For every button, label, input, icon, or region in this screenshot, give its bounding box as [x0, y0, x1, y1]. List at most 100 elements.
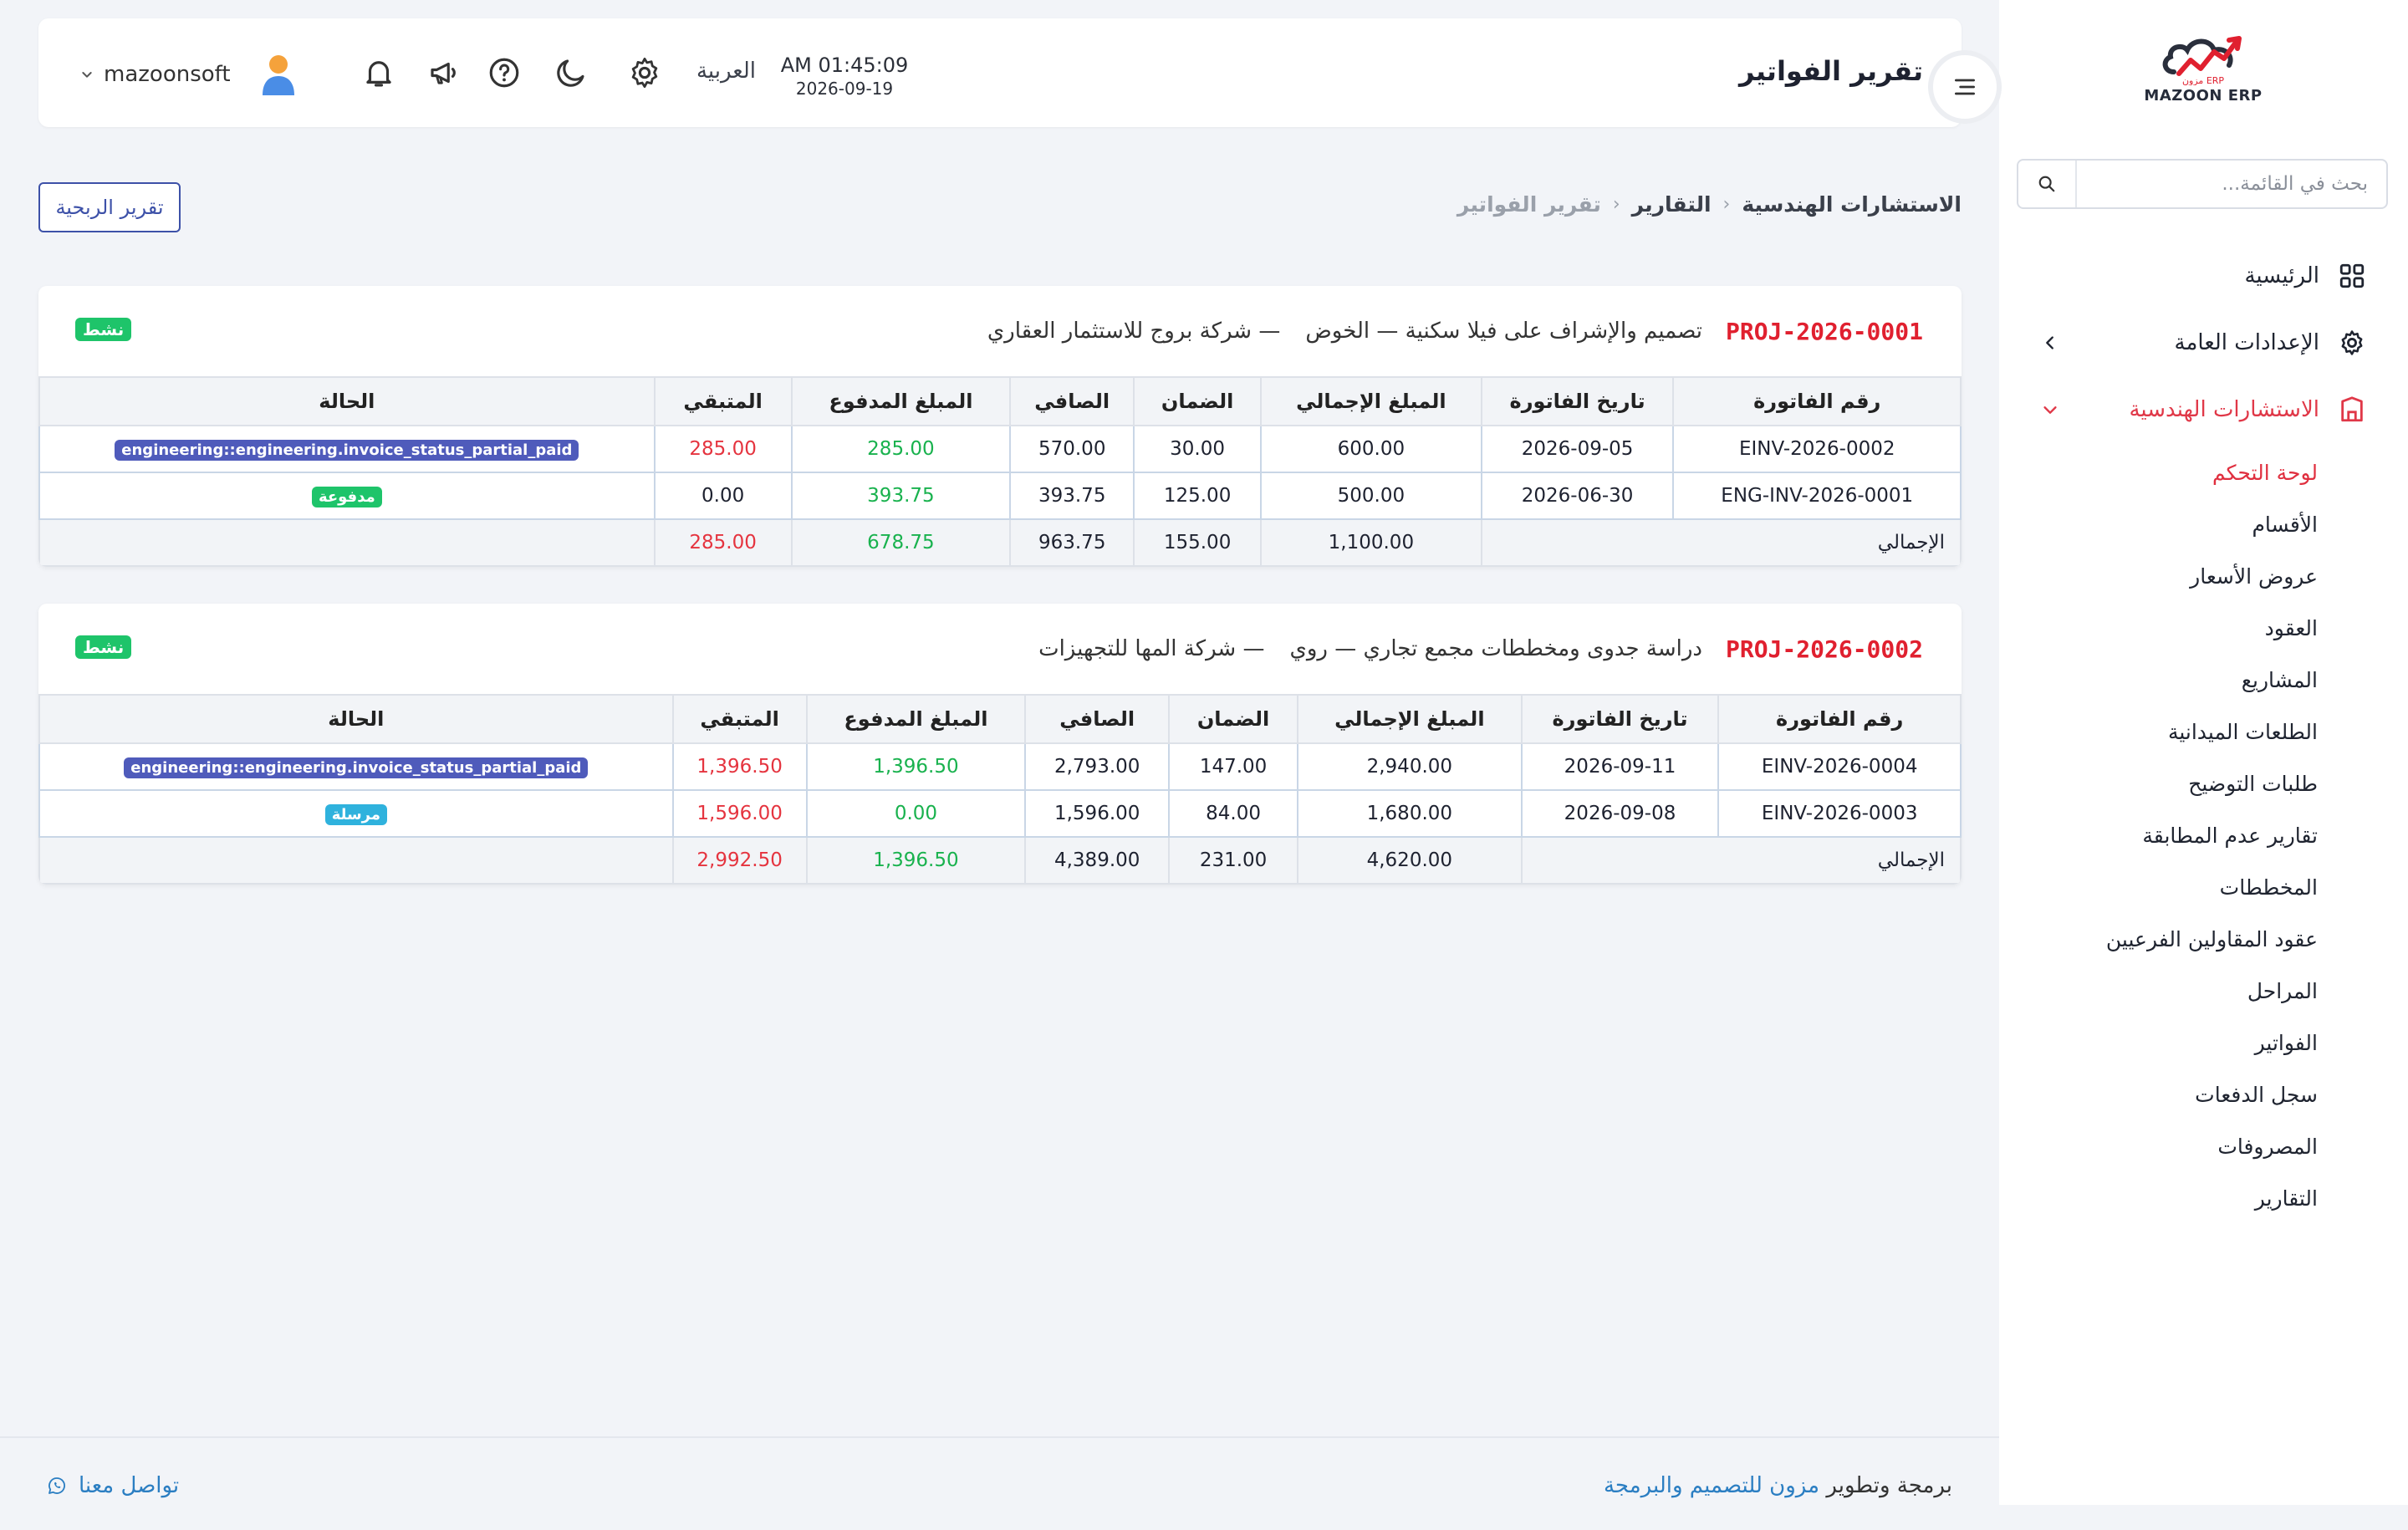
submenu-invoices[interactable]: الفواتير: [1999, 1017, 2408, 1068]
language-switch[interactable]: العربية: [696, 59, 756, 84]
invoice-status-cell: مرسلة: [38, 789, 674, 838]
sidebar-item-general-settings[interactable]: الإعدادات العامة: [1999, 309, 2408, 376]
breadcrumb-engineering[interactable]: الاستشارات الهندسية: [1742, 192, 1962, 217]
contact-link[interactable]: تواصل معنا: [47, 1473, 179, 1498]
sidebar-item-engineering[interactable]: الاستشارات الهندسية: [1999, 376, 2408, 443]
invoice-gross: 500.00: [1260, 472, 1482, 520]
footer-credit-prefix: برمجة وتطوير: [1826, 1473, 1952, 1498]
submenu-drawings[interactable]: المخططات: [1999, 861, 2408, 913]
sidebar-item-label: الرئيسية: [2244, 263, 2319, 288]
column-header[interactable]: الحالة: [38, 694, 674, 744]
column-header[interactable]: المبلغ الإجمالي: [1296, 694, 1523, 744]
invoice-net: 570.00: [1009, 425, 1135, 473]
sidebar-search-button[interactable]: [2018, 161, 2077, 207]
project-card: PROJ-2026-0001 تصميم والإشراف على فيلا س…: [38, 286, 1962, 567]
user-menu[interactable]: mazoonsoft: [80, 52, 299, 97]
table-row[interactable]: EINV-2026-0002 2026-09-05 600.00 30.00 5…: [38, 425, 1962, 473]
column-header[interactable]: تاريخ الفاتورة: [1480, 376, 1675, 426]
invoice-number[interactable]: ENG-INV-2026-0001: [1672, 472, 1962, 520]
invoice-remaining: 0.00: [653, 472, 793, 520]
column-header[interactable]: الصافي: [1024, 694, 1171, 744]
submenu-payments[interactable]: سجل الدفعات: [1999, 1068, 2408, 1120]
column-header[interactable]: الحالة: [38, 376, 656, 426]
app-logo[interactable]: ERP مزون MAZOON ERP: [2140, 32, 2266, 115]
total-empty: [38, 518, 656, 567]
submenu-site-visits[interactable]: الطلعات الميدانية: [1999, 706, 2408, 757]
invoice-gross: 600.00: [1260, 425, 1482, 473]
total-remaining: 2,992.50: [671, 836, 808, 885]
column-header[interactable]: الضمان: [1133, 376, 1263, 426]
sidebar-item-home[interactable]: الرئيسية: [1999, 242, 2408, 309]
column-header[interactable]: تاريخ الفاتورة: [1520, 694, 1720, 744]
total-net: 4,389.00: [1024, 836, 1171, 885]
bell-icon[interactable]: [361, 55, 396, 90]
invoice-retention: 125.00: [1133, 472, 1263, 520]
footer: برمجة وتطوير مزون للتصميم والبرمجة تواصل…: [0, 1436, 1999, 1530]
footer-credit-link[interactable]: مزون للتصميم والبرمجة: [1604, 1473, 1819, 1498]
submenu-phases[interactable]: المراحل: [1999, 965, 2408, 1017]
column-header[interactable]: المتبقي: [653, 376, 793, 426]
chevron-down-icon: [2043, 406, 2057, 414]
invoice-net: 1,596.00: [1024, 789, 1171, 838]
invoice-net: 393.75: [1009, 472, 1135, 520]
submenu-departments[interactable]: الأقسام: [1999, 498, 2408, 550]
project-code[interactable]: PROJ-2026-0001: [1726, 318, 1923, 345]
megaphone-icon[interactable]: [426, 55, 462, 90]
submenu-subcontracts[interactable]: عقود المقاولين الفرعيين: [1999, 913, 2408, 965]
breadcrumb-reports[interactable]: التقارير: [1632, 192, 1712, 217]
project-name: دراسة جدوى ومخططات مجمع تجاري — روي: [1289, 636, 1702, 661]
settings-gear-icon[interactable]: [627, 55, 662, 90]
invoice-date: 2026-09-11: [1520, 742, 1720, 791]
total-paid: 678.75: [790, 518, 1012, 567]
column-header[interactable]: رقم الفاتورة: [1717, 694, 1962, 744]
invoice-number[interactable]: EINV-2026-0002: [1672, 425, 1962, 473]
table-row[interactable]: EINV-2026-0004 2026-09-11 2,940.00 147.0…: [38, 742, 1962, 791]
breadcrumb-separator-icon: ‹: [1722, 194, 1731, 215]
column-header[interactable]: المبلغ الإجمالي: [1260, 376, 1482, 426]
invoice-remaining: 1,396.50: [671, 742, 808, 791]
clock-date: 2026-09-19: [795, 79, 894, 99]
clock-time: AM 01:45:09: [780, 54, 909, 77]
invoice-status-cell: engineering::engineering.invoice_status_…: [38, 742, 674, 791]
submenu-reports[interactable]: التقارير: [1999, 1172, 2408, 1224]
page-title: تقرير الفواتير: [1738, 55, 1923, 87]
avatar: [262, 55, 294, 95]
submenu-projects[interactable]: المشاريع: [1999, 654, 2408, 706]
project-client: — شركة المها للتجهيزات: [1038, 636, 1265, 661]
table-total-row: الإجمالي 4,620.00 231.00 4,389.00 1,396.…: [38, 836, 1962, 885]
submenu-quotations[interactable]: عروض الأسعار: [1999, 550, 2408, 602]
building-icon: [2341, 396, 2363, 422]
invoice-number[interactable]: EINV-2026-0003: [1717, 789, 1962, 838]
column-header[interactable]: رقم الفاتورة: [1672, 376, 1962, 426]
sidebar-search-input[interactable]: [2077, 161, 2386, 207]
profit-report-button[interactable]: تقرير الربحية: [38, 182, 181, 232]
gear-icon: [2341, 330, 2363, 355]
sidebar-nav: الرئيسية الإعدادات العامة الاستشارات اله…: [1999, 242, 2408, 1224]
submenu-dashboard[interactable]: لوحة التحكم: [1999, 446, 2408, 498]
help-icon[interactable]: [487, 55, 522, 90]
invoice-gross: 1,680.00: [1296, 789, 1523, 838]
submenu-expenses[interactable]: المصروفات: [1999, 1120, 2408, 1172]
total-label: الإجمالي: [1520, 836, 1962, 885]
column-header[interactable]: الضمان: [1168, 694, 1298, 744]
username: mazoonsoft: [104, 62, 231, 87]
logo-text: MAZOON ERP: [2144, 87, 2263, 105]
table-row[interactable]: ENG-INV-2026-0001 2026-06-30 500.00 125.…: [38, 472, 1962, 520]
invoice-status-cell: engineering::engineering.invoice_status_…: [38, 425, 656, 473]
project-code[interactable]: PROJ-2026-0002: [1726, 635, 1923, 663]
submenu-rfis[interactable]: طلبات التوضيح: [1999, 757, 2408, 809]
menu-toggle-button[interactable]: [1928, 50, 2002, 124]
moon-icon[interactable]: [554, 55, 589, 90]
column-header[interactable]: المبلغ المدفوع: [805, 694, 1027, 744]
submenu-contracts[interactable]: العقود: [1999, 602, 2408, 654]
column-header[interactable]: المبلغ المدفوع: [790, 376, 1012, 426]
submenu-ncr[interactable]: تقارير عدم المطابقة: [1999, 809, 2408, 861]
column-header[interactable]: الصافي: [1009, 376, 1135, 426]
chevron-down-icon: [82, 72, 92, 78]
table-row[interactable]: EINV-2026-0003 2026-09-08 1,680.00 84.00…: [38, 789, 1962, 838]
project-header: PROJ-2026-0001 تصميم والإشراف على فيلا س…: [38, 286, 1962, 376]
search-icon: [2038, 176, 2055, 192]
total-empty: [38, 836, 674, 885]
column-header[interactable]: المتبقي: [671, 694, 808, 744]
invoice-number[interactable]: EINV-2026-0004: [1717, 742, 1962, 791]
